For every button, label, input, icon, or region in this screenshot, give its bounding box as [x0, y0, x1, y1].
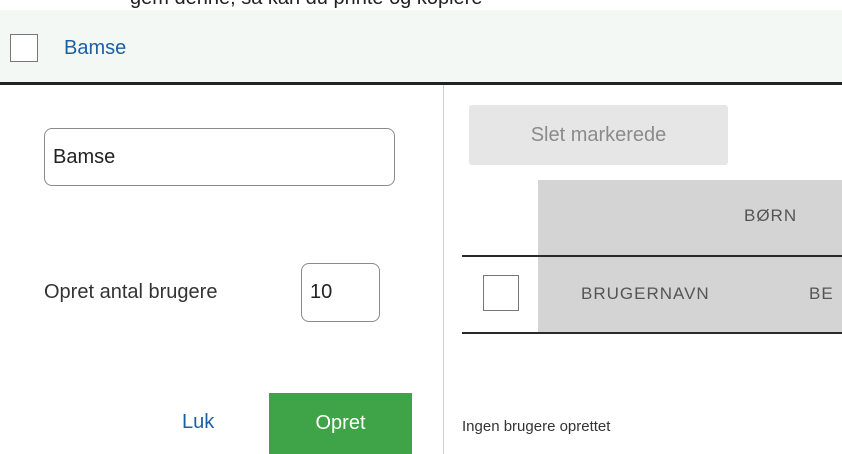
create-button[interactable]: Opret — [269, 393, 412, 454]
create-users-form: Opret antal brugere Luk Opret — [0, 85, 444, 454]
group-select-checkbox[interactable] — [10, 34, 38, 62]
table-column-headers: BRUGERNAVN BE — [538, 257, 842, 332]
cut-off-top-text: gem denne, så kan du printe og kopiere — [130, 0, 482, 10]
count-label: Opret antal brugere — [44, 281, 218, 303]
column-header-username[interactable]: BRUGERNAVN — [581, 284, 710, 304]
table-group-header: BØRN — [538, 180, 842, 256]
column-header-truncated[interactable]: BE — [809, 284, 834, 304]
group-header-bar: Bamse — [0, 10, 842, 85]
close-link[interactable]: Luk — [182, 411, 214, 434]
delete-selected-button[interactable]: Slet markerede — [469, 105, 728, 165]
group-header-label: BØRN — [744, 206, 798, 225]
select-all-checkbox[interactable] — [483, 275, 519, 311]
table-bottom-border — [462, 332, 842, 334]
empty-state-message: Ingen brugere oprettet — [462, 418, 611, 435]
name-input[interactable] — [44, 128, 395, 186]
group-title[interactable]: Bamse — [64, 37, 126, 60]
cut-off-top-text-strip: gem denne, så kan du printe og kopiere — [0, 0, 842, 10]
user-count-input[interactable] — [301, 263, 380, 322]
